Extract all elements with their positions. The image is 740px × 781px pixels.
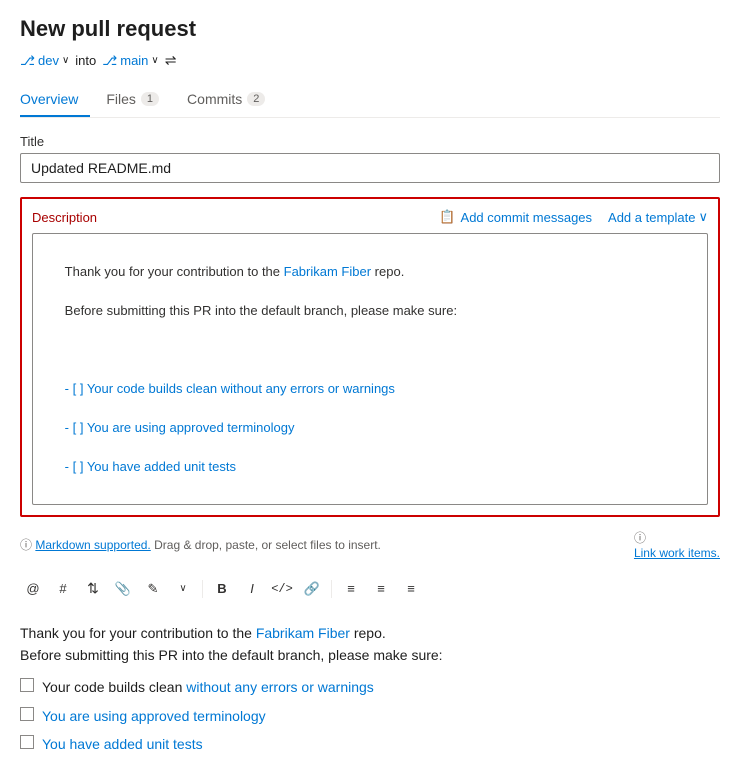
page-container: New pull request ⎇ dev ∨ into ⎇ main ∨ ⇌… [0,0,740,781]
branch-row: ⎇ dev ∨ into ⎇ main ∨ ⇌ [20,52,720,69]
swap-branches-icon[interactable]: ⇌ [165,52,177,69]
git-branch-icon: ⎇ [20,53,35,69]
toolbar-italic-button[interactable]: I [239,576,265,602]
preview-checklist-item-1: Your code builds clean without any error… [20,676,720,698]
preview-intro-after: repo. [350,625,386,641]
preview-checkbox-1[interactable] [20,678,34,692]
preview-checklist: Your code builds clean without any error… [20,676,720,755]
toolbar-mention-button[interactable]: @ [20,576,46,602]
link-work-items-container: ⓘ Link work items. [634,529,720,560]
checklist-item-1: - [ ] Your code builds clean without any… [65,381,395,396]
toolbar-table-button[interactable]: ⇅ [80,576,106,602]
tab-commits-badge: 2 [247,92,265,106]
page-title: New pull request [20,16,720,42]
markdown-info: ⓘ Markdown supported. Drag & drop, paste… [20,536,381,553]
toolbar-bold-button[interactable]: B [209,576,235,602]
description-section: Description 📋 Add commit messages Add a … [20,197,720,517]
tab-files-label: Files [106,91,136,107]
toolbar-highlight-chevron[interactable]: ∨ [170,576,196,602]
tab-overview[interactable]: Overview [20,83,90,117]
preview-intro: Thank you for your contribution to the F… [20,622,720,667]
title-section: Title [20,134,720,183]
markdown-supported-link[interactable]: Markdown supported. [35,538,150,552]
toolbar-code-button[interactable]: </> [269,576,295,602]
add-template-label: Add a template [608,210,695,225]
source-branch-chevron: ∨ [62,55,69,66]
fabrikam-fiber-link[interactable]: Fabrikam Fiber [284,264,371,279]
title-input[interactable] [20,153,720,183]
toolbar-unordered-list-button[interactable]: ≡ [338,576,364,602]
link-work-items-button[interactable]: Link work items. [634,546,720,560]
target-branch-selector[interactable]: ⎇ main ∨ [102,53,159,69]
toolbar-highlight-button[interactable]: ✎ [140,576,166,602]
target-branch-chevron: ∨ [151,55,158,66]
toolbar-row: ⓘ Markdown supported. Drag & drop, paste… [20,525,720,564]
info-icon-2: ⓘ [634,531,646,545]
drag-drop-hint: Drag & drop, paste, or select files to i… [154,538,381,552]
checklist-item-2: - [ ] You are using approved terminology [65,420,295,435]
preview-item-1-text: Your code builds clean without any error… [42,676,374,698]
add-commit-label: Add commit messages [461,210,593,225]
preview-fabrikam-link[interactable]: Fabrikam Fiber [256,625,350,641]
preview-checkbox-3[interactable] [20,735,34,749]
toolbar-ordered-list-button[interactable]: ≡ [368,576,394,602]
toolbar-indent-button[interactable]: ≡ [398,576,424,602]
tabs-row: Overview Files 1 Commits 2 [20,83,720,118]
preview-checklist-item-3: You have added unit tests [20,733,720,755]
target-branch-name: main [120,53,148,68]
desc-line2: Before submitting this PR into the defau… [65,303,457,318]
format-toolbar: @ # ⇅ 📎 ✎ ∨ B I </> 🔗 ≡ ≡ ≡ [20,572,720,606]
git-branch-icon-2: ⎇ [102,53,117,69]
preview-item-3-link[interactable]: You have added unit tests [42,733,203,755]
preview-line2: Before submitting this PR into the defau… [20,647,443,663]
toolbar-attach-button[interactable]: 📎 [110,576,136,602]
description-textarea[interactable]: Thank you for your contribution to the F… [32,233,708,505]
desc-line1-before: Thank you for your contribution to the [65,264,284,279]
desc-line1-after: repo. [371,264,404,279]
toolbar-link-button[interactable]: 🔗 [299,576,325,602]
tab-commits[interactable]: Commits 2 [187,83,277,117]
tab-files-badge: 1 [141,92,159,106]
preview-item-1-link[interactable]: without any errors or warnings [186,679,374,695]
description-header: Description 📋 Add commit messages Add a … [32,209,708,225]
preview-section: Thank you for your contribution to the F… [20,618,720,766]
add-commit-messages-button[interactable]: 📋 Add commit messages [439,209,592,225]
info-icon: ⓘ [20,538,32,552]
tab-files[interactable]: Files 1 [106,83,171,117]
add-template-button[interactable]: Add a template ∨ [608,209,708,225]
toolbar-divider-2 [331,580,332,598]
description-label: Description [32,210,439,225]
preview-checklist-item-2: You are using approved terminology [20,705,720,727]
tab-commits-label: Commits [187,91,242,107]
source-branch-selector[interactable]: ⎇ dev ∨ [20,53,69,69]
source-branch-name: dev [38,53,59,68]
preview-checkbox-2[interactable] [20,707,34,721]
toolbar-divider-1 [202,580,203,598]
checklist-item-3: - [ ] You have added unit tests [65,459,236,474]
preview-intro-before: Thank you for your contribution to the [20,625,256,641]
tab-overview-label: Overview [20,91,78,107]
toolbar-hash-button[interactable]: # [50,576,76,602]
commit-icon: 📋 [439,209,455,225]
preview-item-2-link[interactable]: You are using approved terminology [42,705,266,727]
into-label: into [75,53,96,68]
add-template-chevron: ∨ [698,209,708,225]
title-label: Title [20,134,720,149]
